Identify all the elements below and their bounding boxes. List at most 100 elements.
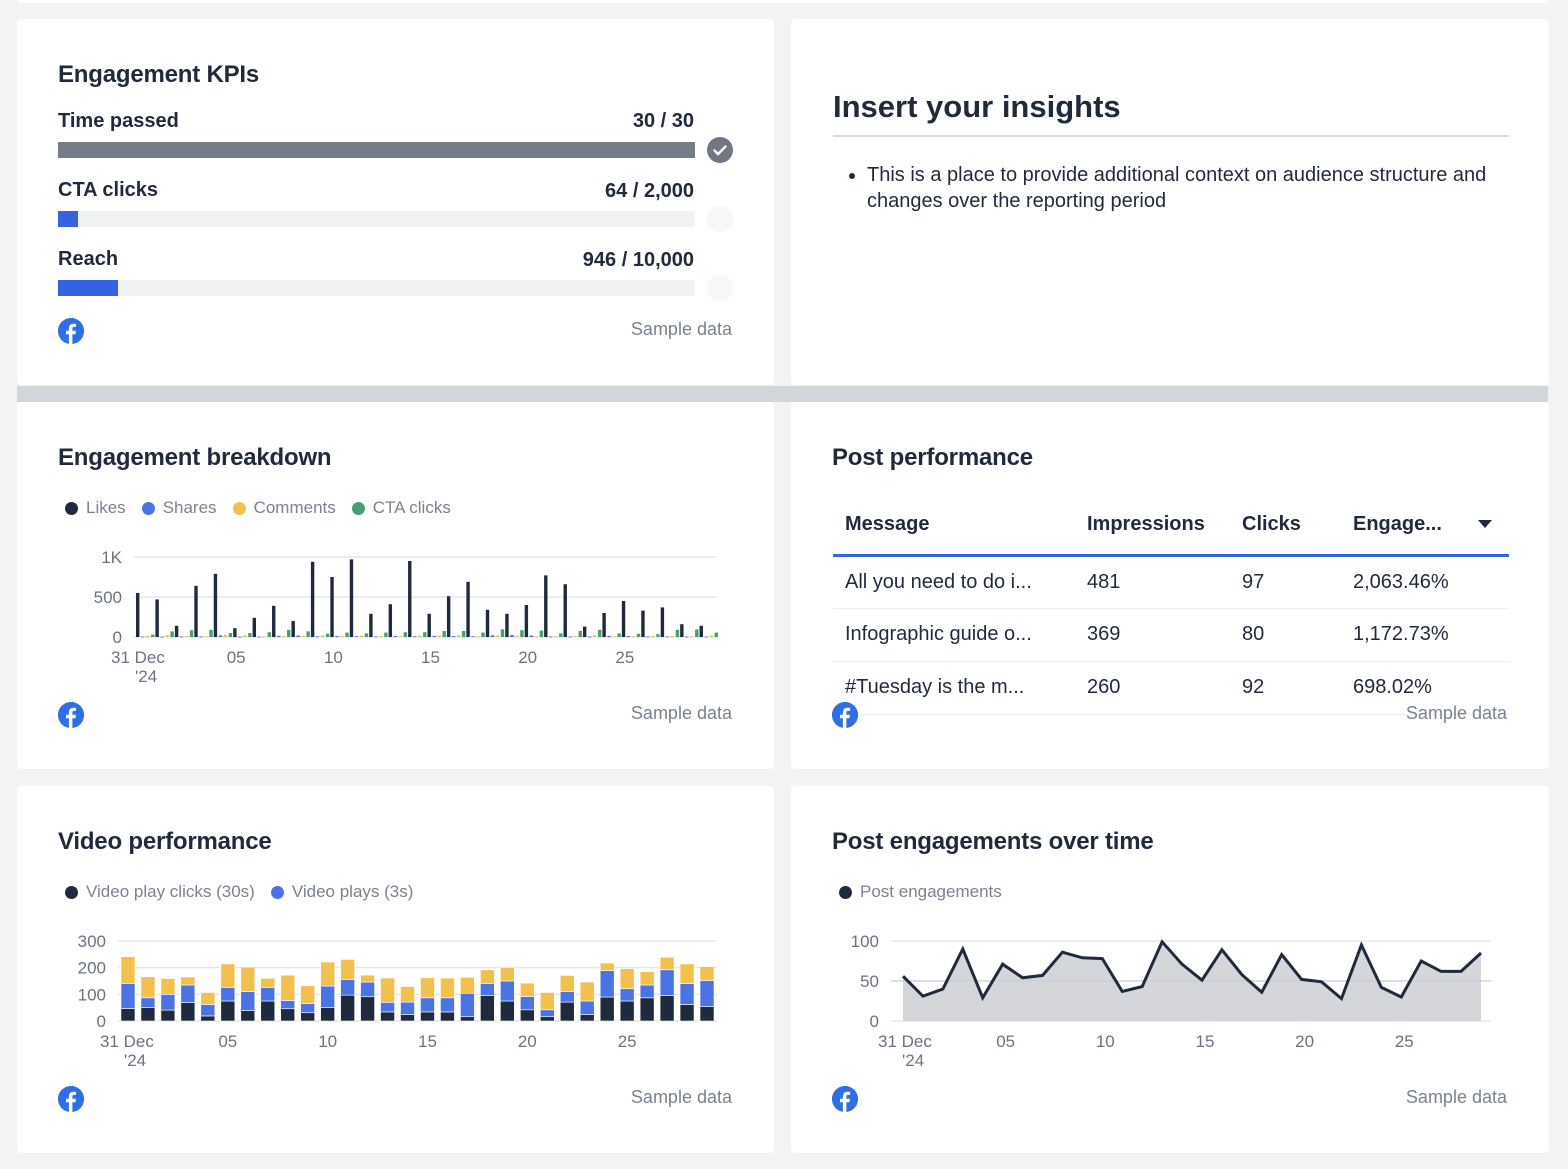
column-header-engagement[interactable]: Engage... xyxy=(1341,495,1509,557)
bar-shares xyxy=(646,636,650,638)
stacked-bar-segment xyxy=(400,1001,415,1015)
bar-likes xyxy=(291,621,295,637)
bar-likes xyxy=(174,625,179,637)
kpi-label: CTA clicks xyxy=(58,179,159,201)
bar-cta-clicks xyxy=(267,632,271,637)
insight-bullet[interactable]: This is a place to provide additional co… xyxy=(867,162,1507,214)
stacked-bar-segment xyxy=(639,997,655,1022)
column-header-label: Message xyxy=(845,512,930,535)
stacked-bar-segment xyxy=(380,1002,395,1013)
cell-impressions: 481 xyxy=(1075,555,1230,609)
bar-shares xyxy=(607,635,611,637)
bar-likes xyxy=(155,599,159,637)
bar-cta-clicks xyxy=(170,631,174,637)
bar-cta-clicks xyxy=(423,632,427,637)
x-tick-label: 20 xyxy=(518,1032,537,1051)
bar-shares xyxy=(549,636,553,638)
bar-cta-clicks xyxy=(656,634,660,637)
stacked-bar-segment xyxy=(180,1002,196,1022)
stacked-bar-segment xyxy=(120,983,136,1009)
section-divider xyxy=(17,386,1548,402)
stacked-bar-segment xyxy=(300,985,315,1004)
legend-item[interactable]: Comments xyxy=(232,498,336,518)
sort-descending-icon[interactable] xyxy=(1477,520,1492,529)
bar-likes xyxy=(641,610,645,637)
stacked-bar-segment xyxy=(460,1016,475,1022)
stacked-bar-segment xyxy=(320,1007,335,1022)
bar-likes xyxy=(505,613,509,637)
bar-likes xyxy=(524,605,529,637)
y-tick-label: 300 xyxy=(78,932,106,951)
stacked-bar-segment xyxy=(180,984,196,1003)
stacked-bar-segment xyxy=(200,992,216,1005)
stacked-bar-segment xyxy=(539,992,555,1011)
kpi-label: Reach xyxy=(58,248,119,270)
legend-item[interactable]: Likes xyxy=(65,498,126,518)
column-header-impressions[interactable]: Impressions xyxy=(1075,495,1230,557)
bar-cta-clicks xyxy=(675,629,680,637)
bar-comments xyxy=(612,636,616,637)
column-header-label: Clicks xyxy=(1242,512,1301,535)
previous-card-bottom-edge xyxy=(17,0,1548,3)
bar-likes xyxy=(194,585,198,637)
table-row[interactable]: All you need to do i... 481 97 2,063.46% xyxy=(833,555,1509,609)
legend-label: Post engagements xyxy=(860,882,1002,901)
legend-item[interactable]: CTA clicks xyxy=(351,498,451,518)
stacked-bar-segment xyxy=(639,984,655,999)
kpi-progress-track xyxy=(58,211,695,227)
x-tick-label: 25 xyxy=(1395,1032,1414,1051)
facebook-icon xyxy=(832,1086,858,1112)
bar-comments xyxy=(359,635,364,637)
post-engagements-card: Post engagements over time Post engageme… xyxy=(791,786,1549,1153)
bar-comments xyxy=(184,636,189,637)
post-performance-table: Message Impressions Clicks Engage... All… xyxy=(833,495,1509,715)
bar-cta-clicks xyxy=(539,630,544,637)
stacked-bar-segment xyxy=(480,995,495,1022)
x-tick-label: 25 xyxy=(615,648,634,667)
legend-item[interactable]: Post engagements xyxy=(839,882,1002,902)
bar-comments xyxy=(243,635,247,637)
stacked-bar-segment xyxy=(599,970,615,998)
stacked-bar-segment xyxy=(160,994,176,1011)
column-header-clicks[interactable]: Clicks xyxy=(1230,495,1341,557)
stacked-bar-segment xyxy=(220,963,236,988)
bar-shares xyxy=(218,635,223,637)
stacked-bar-segment xyxy=(360,974,375,983)
bar-comments xyxy=(146,635,150,637)
bar-shares xyxy=(238,636,242,638)
bar-likes xyxy=(699,625,703,637)
stacked-bar-segment xyxy=(280,1000,296,1010)
kpi-value: 64 / 2,000 xyxy=(605,180,694,202)
insights-title[interactable]: Insert your insights xyxy=(833,89,1121,125)
stacked-bar-segment xyxy=(360,996,375,1022)
stacked-bar-segment xyxy=(420,997,435,1013)
column-header-message[interactable]: Message xyxy=(833,495,1075,557)
legend-label: Video plays (3s) xyxy=(291,882,414,901)
y-tick-label: 500 xyxy=(94,588,122,607)
legend-item[interactable]: Video play clicks (30s) xyxy=(65,882,255,902)
engagement-breakdown-chart: 0 500 1K 31 Dec'24 05 10 15 20 25 xyxy=(94,548,718,686)
bar-comments xyxy=(398,636,403,637)
insights-bullet-list[interactable]: This is a place to provide additional co… xyxy=(867,162,1507,214)
legend-item[interactable]: Video plays (3s) xyxy=(270,882,414,902)
bar-comments xyxy=(554,636,558,638)
x-tick-label: 20 xyxy=(1295,1032,1314,1051)
bar-likes xyxy=(621,601,626,637)
legend-dot-icon xyxy=(65,501,78,515)
stacked-bar-segment xyxy=(280,974,296,1001)
stacked-bar-segment xyxy=(599,996,615,1022)
bar-likes xyxy=(388,604,393,637)
bar-shares xyxy=(296,635,300,637)
bar-comments xyxy=(534,636,539,637)
table-row[interactable]: Infographic guide o... 369 80 1,172.73% xyxy=(833,608,1509,662)
kpi-label: Time passed xyxy=(58,110,179,132)
stacked-bar-segment xyxy=(599,962,615,971)
legend-item[interactable]: Shares xyxy=(141,498,217,518)
legend-dot-icon xyxy=(65,885,78,899)
bar-cta-clicks xyxy=(597,629,602,637)
kpi-status-indicator xyxy=(707,275,733,301)
bar-likes xyxy=(446,596,451,637)
bar-likes xyxy=(213,573,218,637)
bar-cta-clicks xyxy=(695,629,699,637)
bar-cta-clicks xyxy=(384,632,388,637)
